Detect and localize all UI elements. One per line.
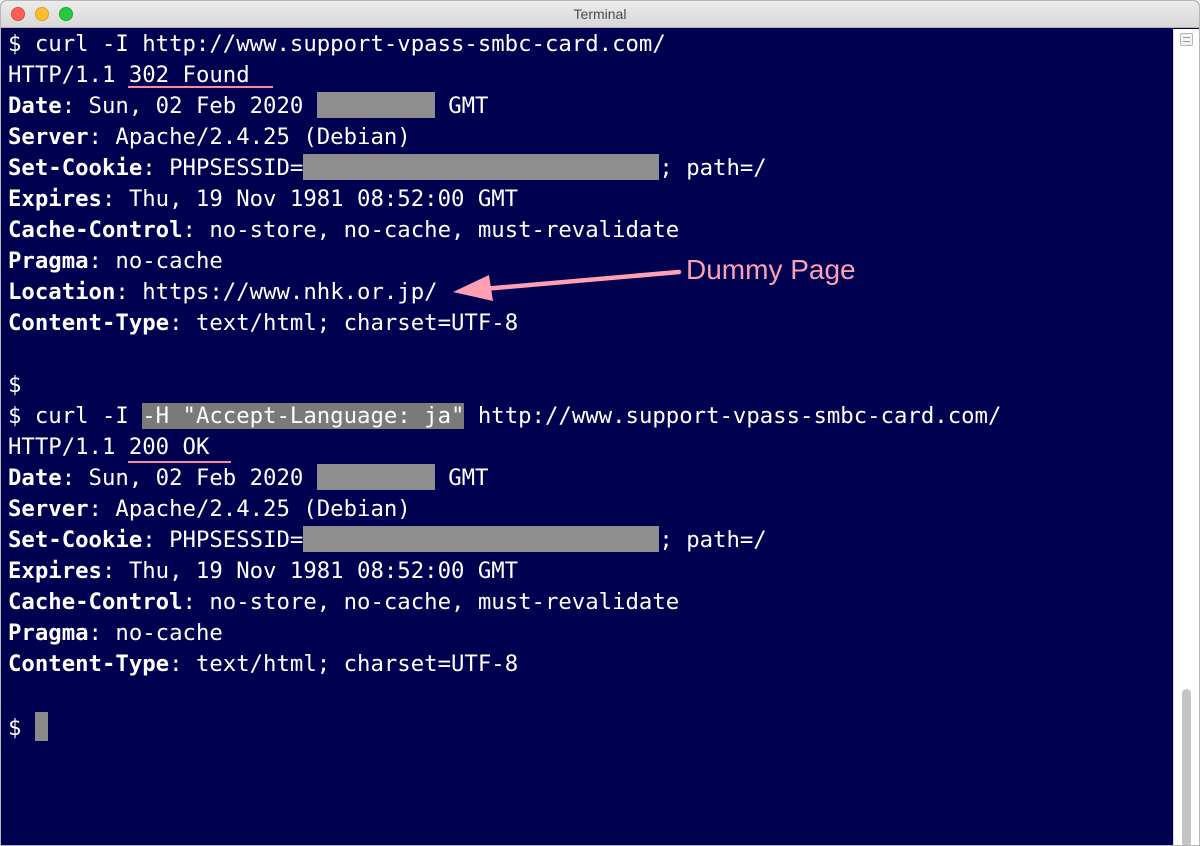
header-cookie-2: Set-Cookie: PHPSESSID=; path=/	[8, 525, 767, 553]
redaction-block	[316, 463, 435, 490]
status-code-200: 200 OK	[128, 434, 210, 460]
redaction-block	[303, 153, 660, 180]
selected-text-highlight: -H "Accept-Language: ja"	[142, 403, 465, 429]
header-date-1: Date: Sun, 02 Feb 2020 GMT	[8, 91, 489, 119]
header-cache-2: Cache-Control: no-store, no-cache, must-…	[8, 589, 680, 615]
header-pragma-2: Pragma: no-cache	[8, 620, 223, 646]
terminal-window: Terminal $ curl -I http://www.support-vp…	[0, 0, 1200, 846]
status-line-2: HTTP/1.1 200 OK	[8, 434, 210, 460]
arrow-left-icon	[453, 269, 682, 301]
header-server-2: Server: Apache/2.4.25 (Debian)	[8, 496, 411, 522]
header-date-2: Date: Sun, 02 Feb 2020 GMT	[8, 463, 489, 491]
header-cache-1: Cache-Control: no-store, no-cache, must-…	[8, 217, 680, 243]
vertical-scrollbar[interactable]	[1173, 29, 1199, 845]
header-pragma-1: Pragma: no-cache	[8, 248, 223, 274]
title-bar[interactable]: Terminal	[1, 1, 1199, 28]
window-title: Terminal	[573, 6, 627, 22]
blank-prompt: $	[8, 372, 22, 398]
terminal-output[interactable]: $ curl -I http://www.support-vpass-smbc-…	[8, 29, 1174, 845]
header-location-1: Location: https://www.nhk.or.jp/	[8, 279, 438, 305]
split-pane-icon[interactable]	[1180, 33, 1193, 46]
annotation-label: Dummy Page	[686, 254, 856, 285]
header-expires-1: Expires: Thu, 19 Nov 1981 08:52:00 GMT	[8, 186, 519, 212]
header-ctype-1: Content-Type: text/html; charset=UTF-8	[8, 310, 519, 336]
status-code-302: 302 Found	[128, 62, 250, 88]
scrollbar-thumb[interactable]	[1182, 689, 1191, 845]
header-expires-2: Expires: Thu, 19 Nov 1981 08:52:00 GMT	[8, 558, 519, 584]
header-cookie-1: Set-Cookie: PHPSESSID=; path=/	[8, 153, 767, 181]
status-underline-1	[128, 86, 273, 88]
header-server-1: Server: Apache/2.4.25 (Debian)	[8, 124, 411, 150]
active-prompt[interactable]: $	[8, 712, 48, 744]
command-line-2: $ curl -I -H "Accept-Language: ja" http:…	[8, 403, 1002, 429]
redaction-block	[303, 525, 660, 552]
command-line-1: $ curl -I http://www.support-vpass-smbc-…	[8, 31, 666, 57]
redaction-block	[316, 91, 435, 118]
header-ctype-2: Content-Type: text/html; charset=UTF-8	[8, 651, 519, 677]
text-cursor	[34, 712, 48, 741]
